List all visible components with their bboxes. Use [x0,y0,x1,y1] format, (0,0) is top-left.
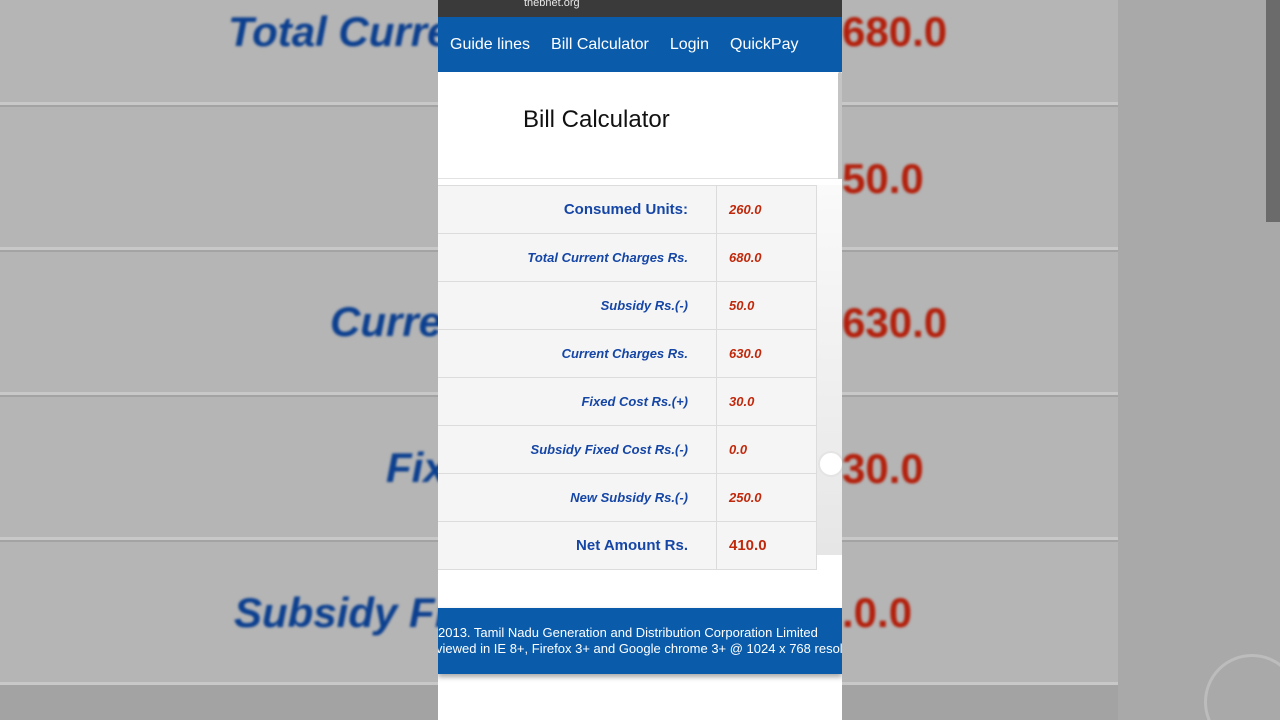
table-row: Subsidy Rs.(-) 50.0 [438,281,817,330]
phone-viewport: tnebnet.org Guide lines Bill Calculator … [438,0,842,720]
background-value: 680.0 [842,8,948,55]
nav-quickpay[interactable]: QuickPay [730,36,798,54]
nav-login[interactable]: Login [670,36,709,54]
row-label: Fixed Cost Rs.(+) [438,377,717,426]
footer-browser-note: viewed in IE 8+, Firefox 3+ and Google c… [438,641,842,656]
content-area: Consumed Units: 260.0 Total Current Char… [438,179,842,570]
background-value: 50.0 [842,155,924,202]
touch-indicator [818,451,842,477]
row-value: 50.0 [716,281,817,330]
row-label: Subsidy Fixed Cost Rs.(-) [438,425,717,474]
row-label: Current Charges Rs. [438,329,717,378]
table-row: Current Charges Rs. 630.0 [438,329,817,378]
background-value: .0.0 [842,589,913,636]
url-bar[interactable]: tnebnet.org [438,0,842,17]
row-value: 250.0 [716,473,817,522]
row-value: 0.0 [716,425,817,474]
row-label: Net Amount Rs. [438,521,717,570]
footer: 2013. Tamil Nadu Generation and Distribu… [438,608,842,674]
row-label: New Subsidy Rs.(-) [438,473,717,522]
url-text: tnebnet.org [524,0,580,9]
row-label: Subsidy Rs.(-) [438,281,717,330]
background-label: Subsidy Fix [234,589,470,636]
table-row: Subsidy Fixed Cost Rs.(-) 0.0 [438,425,817,474]
row-label: Consumed Units: [438,185,717,234]
row-label: Total Current Charges Rs. [438,233,717,282]
table-row: Net Amount Rs. 410.0 [438,521,817,570]
table-row: Fixed Cost Rs.(+) 30.0 [438,377,817,426]
row-value: 630.0 [716,329,817,378]
background-value: 30.0 [842,445,924,492]
table-row: New Subsidy Rs.(-) 250.0 [438,473,817,522]
top-navbar: Guide lines Bill Calculator Login QuickP… [438,17,842,72]
row-value: 260.0 [716,185,817,234]
row-value: 680.0 [716,233,817,282]
table-row: Total Current Charges Rs. 680.0 [438,233,817,282]
page-title: Bill Calculator [523,106,670,133]
row-value: 410.0 [716,521,817,570]
nav-guide-lines[interactable]: Guide lines [450,36,530,54]
row-value: 30.0 [716,377,817,426]
title-area: Bill Calculator [438,72,842,179]
bill-table: Consumed Units: 260.0 Total Current Char… [438,185,817,570]
footer-copyright: 2013. Tamil Nadu Generation and Distribu… [438,625,818,640]
background-value: 630.0 [842,299,948,346]
background-side-strip [1118,0,1280,720]
table-row: Consumed Units: 260.0 [438,185,817,234]
nav-bill-calculator[interactable]: Bill Calculator [551,36,649,54]
